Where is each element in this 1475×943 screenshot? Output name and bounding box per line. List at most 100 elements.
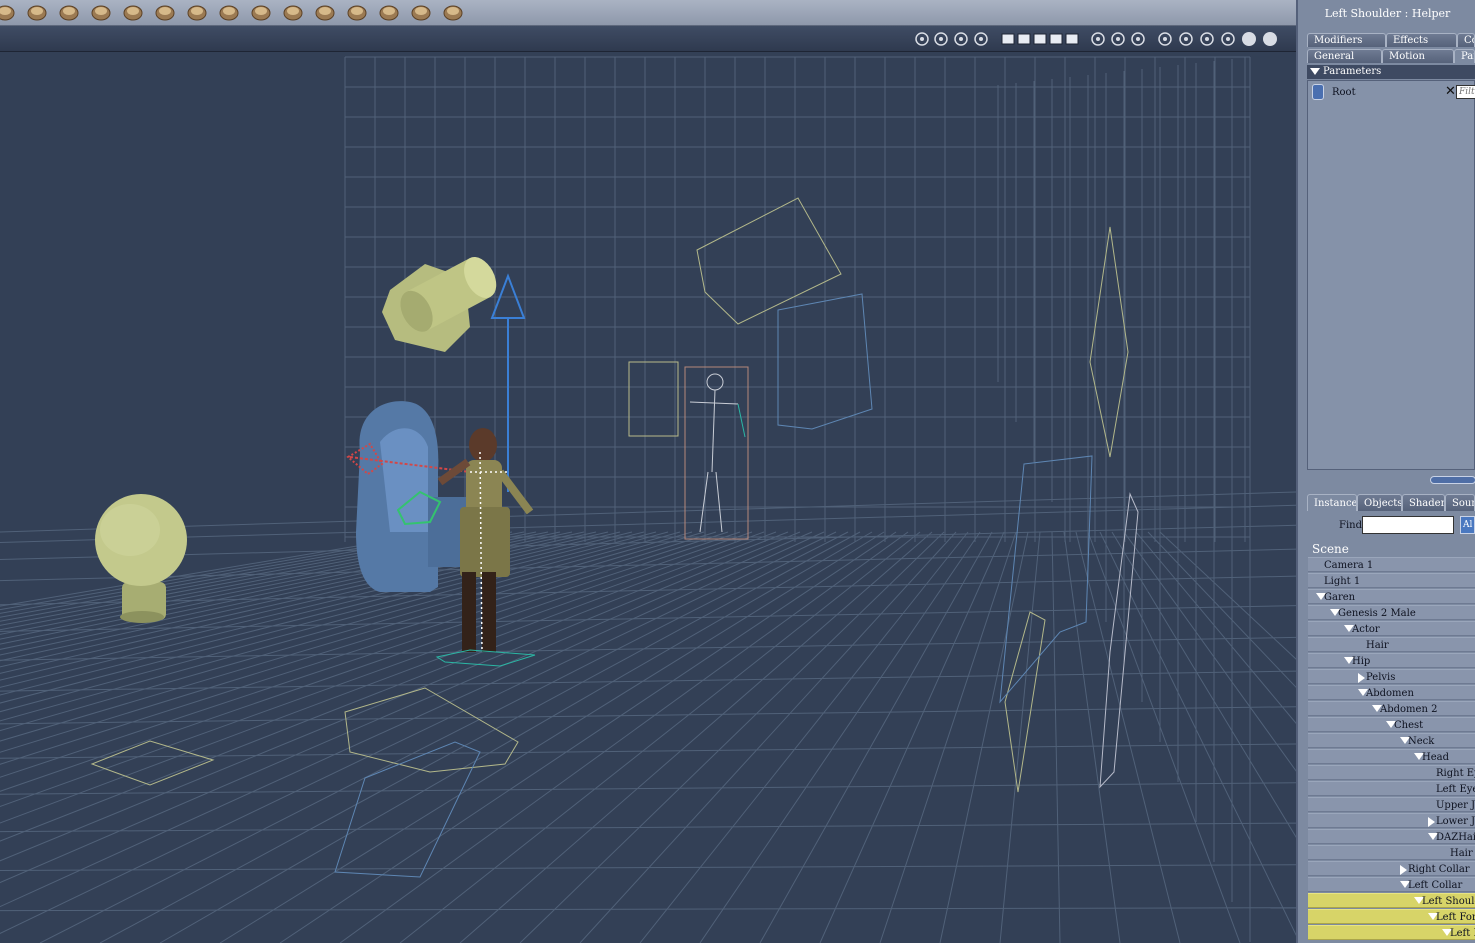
scene-tree-row[interactable]: Right Eye <box>1308 765 1475 780</box>
tab-instances[interactable]: Instances <box>1307 494 1357 511</box>
param-expand-icon[interactable] <box>1312 84 1324 100</box>
scene-tree-row[interactable]: Left Hand <box>1308 925 1475 940</box>
figure-icon[interactable] <box>953 31 969 47</box>
bowl-icon[interactable] <box>250 1 272 23</box>
scene-tree-label: Camera 1 <box>1324 560 1374 571</box>
scene-tree-label: Left Shoulder <box>1422 896 1475 907</box>
scene-tree-row[interactable]: Hair <box>1308 637 1475 652</box>
shield-icon[interactable] <box>1090 31 1106 47</box>
scene-tree-row[interactable]: Left Forearm <box>1308 909 1475 924</box>
scene-tree-row[interactable]: Abdomen 2 <box>1308 701 1475 716</box>
parameters-area: Root ✕ <box>1307 80 1475 470</box>
filter-input[interactable] <box>1456 85 1475 99</box>
scene-tree-row[interactable]: Hip <box>1308 653 1475 668</box>
parameters-label: Parameters <box>1323 66 1382 77</box>
scene-tree-label: Abdomen 2 <box>1380 704 1438 715</box>
tree-icon[interactable] <box>58 1 80 23</box>
viewport-toolbar <box>0 26 1296 53</box>
scene-tree-label: Left Collar <box>1408 880 1463 891</box>
wrench-icon[interactable] <box>442 1 464 23</box>
tab-modifiers[interactable]: Modifiers <box>1307 33 1386 47</box>
camera-icon[interactable] <box>933 31 949 47</box>
ground-plane-icon[interactable] <box>26 1 48 23</box>
sphere-icon[interactable] <box>1241 31 1257 47</box>
find-input[interactable] <box>1362 516 1454 534</box>
single-view-icon[interactable] <box>1000 31 1016 47</box>
cube-icon[interactable] <box>1199 31 1215 47</box>
tab-sound[interactable]: Sound <box>1445 494 1475 511</box>
scene-tree-row[interactable]: Left Shoulder <box>1308 893 1475 908</box>
scene-tree-label: Abdomen <box>1366 688 1414 699</box>
scene-tree-row[interactable]: Genesis 2 Male <box>1308 605 1475 620</box>
scene-tree-label: Hair <box>1366 640 1389 651</box>
three-view-icon[interactable] <box>1032 31 1048 47</box>
scene-tree-row[interactable]: Abdomen <box>1308 685 1475 700</box>
scene-tree-row[interactable]: Chest <box>1308 717 1475 732</box>
four-view-icon[interactable] <box>1048 31 1064 47</box>
scene-tree-row[interactable]: Hair 1 <box>1308 845 1475 860</box>
clear-icon[interactable]: ✕ <box>1445 84 1456 99</box>
tab-objects[interactable]: Objects <box>1357 494 1402 511</box>
shield-outline-icon[interactable] <box>1130 31 1146 47</box>
scene-tree-label: Right Eye <box>1436 768 1475 779</box>
scene-tree-label: Left Hand <box>1450 928 1475 939</box>
tab-general[interactable]: General <box>1307 49 1382 63</box>
scene-tree-row[interactable]: Upper Jaw <box>1308 797 1475 812</box>
scene-heading: Scene <box>1308 542 1475 557</box>
light-icon[interactable] <box>914 31 930 47</box>
wireframe-icon[interactable] <box>973 31 989 47</box>
feather-icon[interactable] <box>186 1 208 23</box>
scene-tree-label: Pelvis <box>1366 672 1396 683</box>
scene-tree-row[interactable]: Head <box>1308 749 1475 764</box>
scene-tree-row[interactable]: Light 1 <box>1308 573 1475 588</box>
scene-tree-label: Left Forearm <box>1436 912 1475 923</box>
hammer-icon[interactable] <box>314 1 336 23</box>
scene-tree-row[interactable]: Lower Jaw <box>1308 813 1475 828</box>
param-root[interactable]: Root <box>1332 87 1356 98</box>
find-bar: Find: Al <box>1307 514 1475 538</box>
move-icon[interactable] <box>1178 31 1194 47</box>
ground-icon[interactable] <box>0 1 16 23</box>
scene-tree-row[interactable]: Pelvis <box>1308 669 1475 684</box>
rock-icon[interactable] <box>282 1 304 23</box>
bug-icon[interactable] <box>346 1 368 23</box>
scene-tree-row[interactable]: Left Collar <box>1308 877 1475 892</box>
scene-label: Scene <box>1312 542 1349 556</box>
tab-motion[interactable]: Motion <box>1382 49 1454 63</box>
parameters-header[interactable]: Parameters <box>1307 65 1475 79</box>
scene-tree-row[interactable]: Neck <box>1308 733 1475 748</box>
terrain-icon[interactable] <box>154 1 176 23</box>
splitter-handle-icon[interactable] <box>1430 476 1475 484</box>
navigate-icon[interactable] <box>1157 31 1173 47</box>
scene-tree-row[interactable]: DAZHair <box>1308 829 1475 844</box>
panel-splitter[interactable] <box>1300 474 1475 488</box>
scene-tree-label: Light 1 <box>1324 576 1361 587</box>
scene-tree-row[interactable]: Actor <box>1308 621 1475 636</box>
fire-icon[interactable] <box>122 1 144 23</box>
shield-alt-icon[interactable] <box>1110 31 1126 47</box>
collapsed-arrow-icon[interactable] <box>1400 865 1407 875</box>
two-view-icon[interactable] <box>1016 31 1032 47</box>
tab-co[interactable]: Co <box>1457 33 1475 47</box>
sphere-half-icon[interactable] <box>1262 31 1278 47</box>
collapsed-arrow-icon[interactable] <box>1358 673 1365 683</box>
particle-icon[interactable] <box>378 1 400 23</box>
cloud-icon[interactable] <box>90 1 112 23</box>
tab-shaders[interactable]: Shaders <box>1402 494 1445 511</box>
collapsed-arrow-icon[interactable] <box>1428 817 1435 827</box>
solid-cube-icon[interactable] <box>1220 31 1236 47</box>
target-icon[interactable] <box>410 1 432 23</box>
scene-tree-row[interactable]: Right Collar <box>1308 861 1475 876</box>
house-icon[interactable] <box>218 1 240 23</box>
3d-viewport[interactable] <box>0 52 1296 943</box>
tab-effects[interactable]: Effects <box>1386 33 1457 47</box>
find-all-button[interactable]: Al <box>1460 516 1475 534</box>
scene-tree-row[interactable]: Left Eye <box>1308 781 1475 796</box>
scene-tree-label: Actor <box>1352 624 1380 635</box>
scene-tree-label: Neck <box>1408 736 1435 747</box>
scene-tree-row[interactable]: Camera 1 <box>1308 557 1475 572</box>
scene-tree-label: Chest <box>1394 720 1424 731</box>
scene-tree-row[interactable]: Garen <box>1308 589 1475 604</box>
tab-parameters[interactable]: Para <box>1454 49 1475 63</box>
custom-view-icon[interactable] <box>1064 31 1080 47</box>
